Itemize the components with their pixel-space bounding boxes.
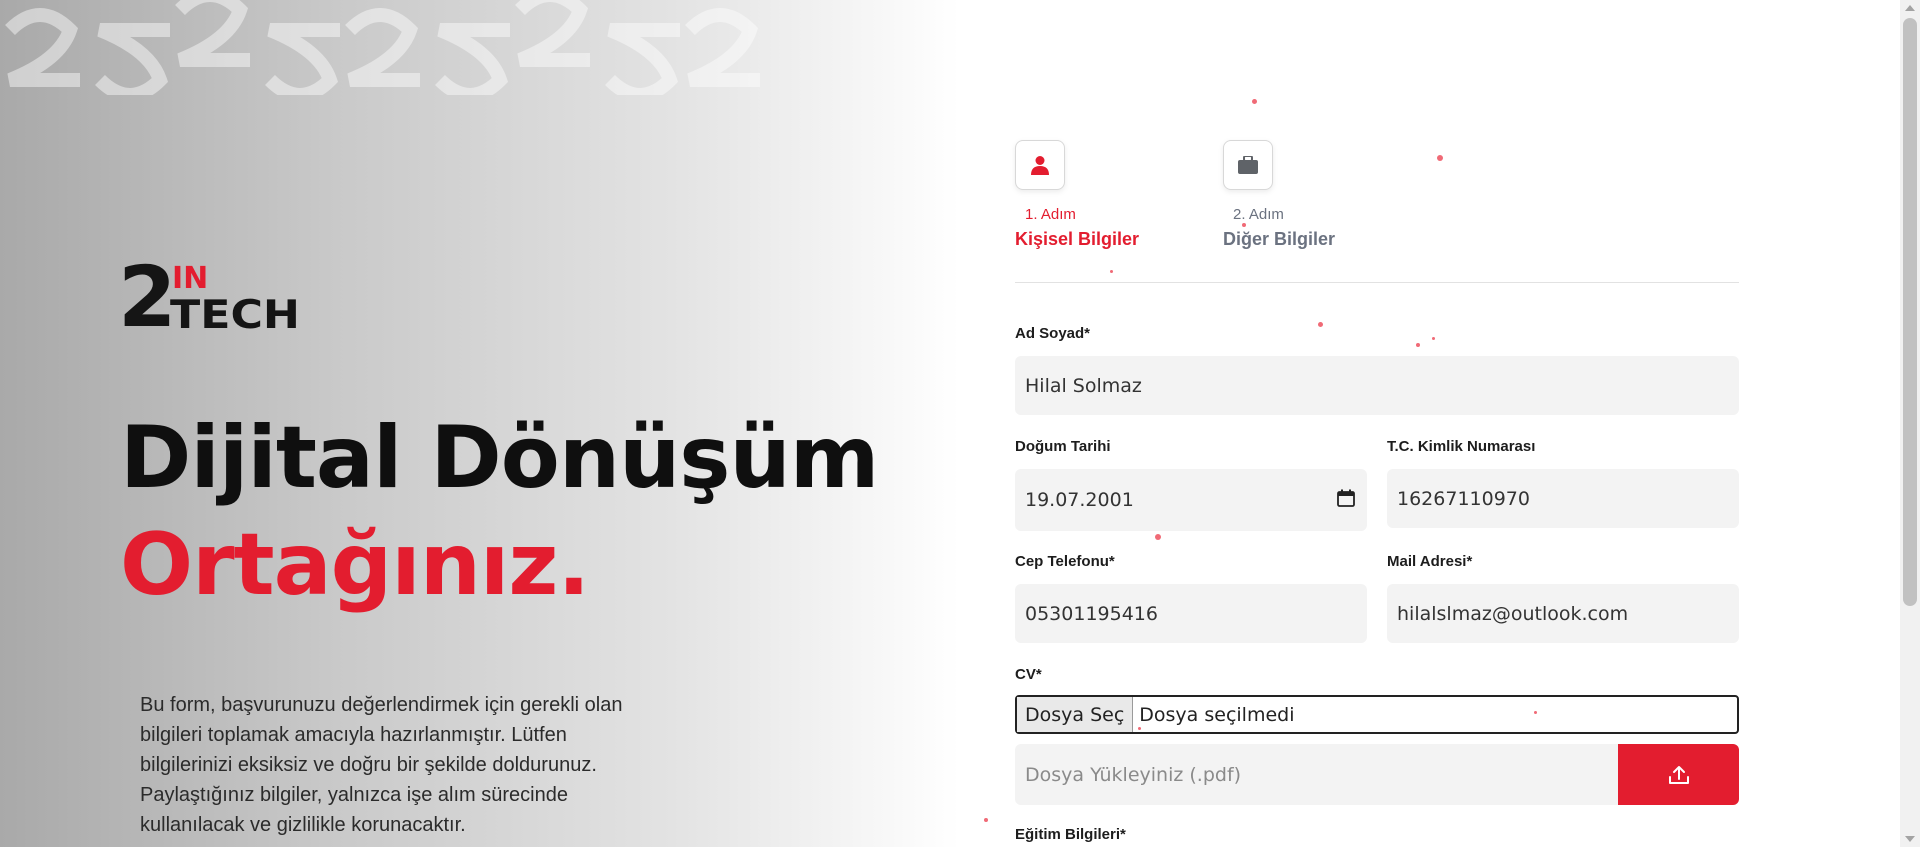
scroll-up-icon[interactable] <box>1905 5 1915 11</box>
decorative-dot <box>1437 155 1443 161</box>
briefcase-icon <box>1238 156 1258 174</box>
upload-button[interactable] <box>1618 744 1739 805</box>
decorative-dot <box>1432 337 1435 340</box>
cv-label: CV* <box>1015 666 1042 683</box>
hero-title-line1: Dijital Dönüşüm <box>120 408 879 508</box>
company-logo: 2 IN TECH <box>118 258 300 332</box>
step-other-info[interactable]: 2. Adım Diğer Bilgiler <box>1223 140 1335 249</box>
birth-date-value: 19.07.2001 <box>1025 489 1134 511</box>
step-title: Diğer Bilgiler <box>1223 229 1336 249</box>
cv-file-input[interactable]: Dosya Seç Dosya seçilmedi <box>1015 695 1739 734</box>
decorative-pattern <box>5 0 760 95</box>
form-description: Bu form, başvurunuzu değerlendirmek için… <box>140 694 623 836</box>
decorative-dot <box>1110 270 1113 273</box>
step-personal-info[interactable]: 1. Adım Kişisel Bilgiler <box>1015 140 1139 249</box>
decorative-dot <box>1138 727 1141 730</box>
cv-upload-field[interactable]: Dosya Yükleyiniz (.pdf) <box>1015 744 1619 805</box>
full-name-label: Ad Soyad* <box>1015 325 1091 342</box>
calendar-icon[interactable] <box>1337 489 1355 507</box>
email-label: Mail Adresi* <box>1387 553 1473 570</box>
decorative-dot <box>1416 343 1420 347</box>
decorative-dot <box>1252 99 1257 104</box>
tc-no-input[interactable]: 16267110970 <box>1387 469 1739 528</box>
choose-file-button[interactable]: Dosya Seç <box>1017 697 1134 732</box>
education-label: Eğitim Bilgileri* <box>1015 826 1126 843</box>
scrollbar-thumb[interactable] <box>1903 18 1917 606</box>
decorative-dot <box>1155 534 1161 540</box>
decorative-dot <box>1318 322 1323 327</box>
steps-divider <box>1015 282 1739 283</box>
svg-text:TECH: TECH <box>170 293 300 332</box>
svg-text:IN: IN <box>172 261 208 296</box>
file-status-text: Dosya seçilmedi <box>1139 703 1295 726</box>
full-name-input[interactable]: Hilal Solmaz <box>1015 356 1739 415</box>
svg-text:2: 2 <box>118 258 176 332</box>
tc-no-label: T.C. Kimlik Numarası <box>1387 438 1536 455</box>
hero-title: Dijital Dönüşüm Ortağınız. <box>120 405 879 619</box>
birth-date-label: Doğum Tarihi <box>1015 438 1111 455</box>
decorative-dot <box>1242 223 1246 227</box>
hero-panel: 2 IN TECH Dijital Dönüşüm Ortağınız. Bu … <box>0 0 960 847</box>
page-scrollbar[interactable] <box>1900 0 1920 847</box>
phone-input[interactable]: 05301195416 <box>1015 584 1367 643</box>
step-number: 1. Adım <box>1025 206 1076 223</box>
hero-title-line2: Ortağınız. <box>120 515 590 615</box>
email-input[interactable]: hilalslmaz@outlook.com <box>1387 584 1739 643</box>
user-icon <box>1031 156 1049 175</box>
scroll-down-icon[interactable] <box>1905 836 1915 842</box>
step-title: Kişisel Bilgiler <box>1015 229 1140 249</box>
birth-date-input[interactable]: 19.07.2001 <box>1015 469 1367 531</box>
phone-label: Cep Telefonu* <box>1015 553 1115 570</box>
upload-icon <box>1668 765 1689 784</box>
step-number: 2. Adım <box>1233 206 1284 223</box>
decorative-dot <box>984 818 988 822</box>
decorative-dot <box>1534 711 1537 714</box>
